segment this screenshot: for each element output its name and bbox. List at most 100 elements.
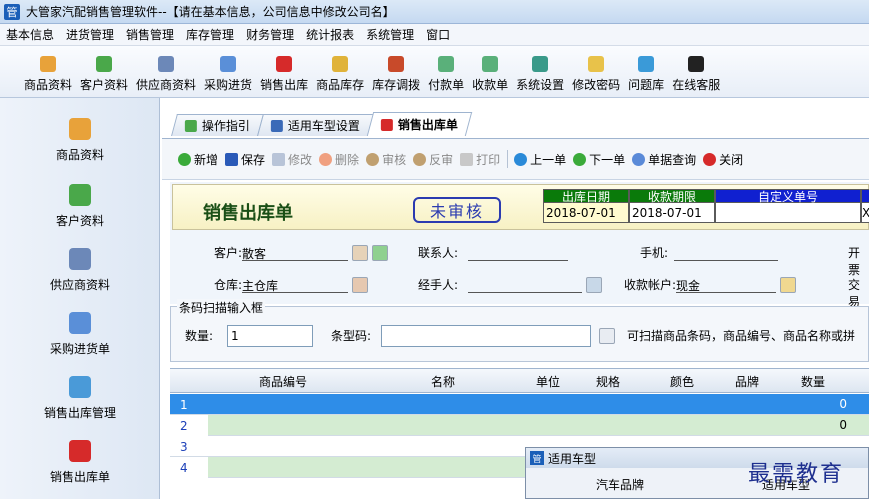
table-row[interactable]: 1 0 xyxy=(170,394,869,415)
next-doc-button[interactable]: 下一单 xyxy=(573,151,625,168)
barcode-input[interactable] xyxy=(381,325,591,347)
sidebar-item-sales-mgmt[interactable]: 销售出库管理 xyxy=(0,376,160,421)
approve-button[interactable]: 审核 xyxy=(366,151,406,168)
new-button[interactable]: 新增 xyxy=(178,151,218,168)
app-icon: 管 xyxy=(4,3,20,20)
barcode-scan-group: 条码扫描输入框 数量: 1 条型码: 可扫描商品条码，商品编号、商品名称或拼 xyxy=(170,299,869,362)
table-row[interactable]: 2 0 xyxy=(170,415,869,436)
extra-column-header xyxy=(861,189,869,203)
contact-label: 联系人: xyxy=(418,246,459,260)
sidebar-item-customers[interactable]: 客户资料 xyxy=(0,184,160,229)
add-customer-button[interactable] xyxy=(372,244,389,261)
warehouse-row: 仓库: 主仓库 xyxy=(214,276,369,293)
row-number: 4 xyxy=(170,457,208,478)
menu-purchase[interactable]: 进货管理 xyxy=(60,26,120,43)
col-unit[interactable]: 单位 xyxy=(528,373,568,390)
menu-finance[interactable]: 财务管理 xyxy=(240,26,300,43)
contact-field[interactable] xyxy=(468,245,569,261)
main-toolbar: 商品资料 客户资料 供应商资料 采购进货 销售出库 商品库存 库存调拨 付款单 … xyxy=(0,46,869,98)
quantity-input[interactable]: 1 xyxy=(227,325,313,347)
grid-header: 商品编号 名称 单位 规格 颜色 品牌 数量 xyxy=(170,369,869,393)
col-quantity[interactable]: 数量 xyxy=(778,373,848,390)
toolbar-faq-button[interactable]: 问题库 xyxy=(624,47,668,97)
menu-window[interactable]: 窗口 xyxy=(420,26,456,43)
toolbar-sales-out-button[interactable]: 销售出库 xyxy=(256,47,312,97)
group-icon xyxy=(69,248,91,270)
barcode-label: 条型码: xyxy=(331,329,372,343)
close-button[interactable]: 关闭 xyxy=(703,151,743,168)
col-product-code[interactable]: 商品编号 xyxy=(208,373,358,390)
row-number: 1 xyxy=(180,397,188,412)
menu-reports[interactable]: 统计报表 xyxy=(300,26,360,43)
settings-icon xyxy=(532,56,549,72)
add-icon xyxy=(178,152,191,166)
col-brand[interactable]: 品牌 xyxy=(716,373,778,390)
unapprove-button[interactable]: 反审 xyxy=(413,151,453,168)
handler-field[interactable] xyxy=(468,277,583,293)
toolbar-purchase-button[interactable]: 采购进货 xyxy=(200,47,256,97)
handler-picker-button[interactable] xyxy=(586,276,603,293)
toolbar-stock-button[interactable]: 商品库存 xyxy=(312,47,368,97)
toolbar-suppliers-button[interactable]: 供应商资料 xyxy=(132,47,200,97)
toolbar-settings-button[interactable]: 系统设置 xyxy=(512,47,568,97)
sidebar-item-purchase[interactable]: 采购进货单 xyxy=(0,312,160,357)
handler-label: 经手人: xyxy=(418,278,459,292)
barcode-hint: 可扫描商品条码，商品编号、商品名称或拼 xyxy=(627,329,856,343)
penguin-icon xyxy=(688,56,705,72)
payment-deadline-field[interactable]: 2018-07-01 xyxy=(629,203,715,223)
delete-button[interactable]: 删除 xyxy=(319,151,359,168)
tab-guide[interactable]: 操作指引 xyxy=(171,114,264,136)
toolbar-receipt-button[interactable]: 收款单 xyxy=(468,47,512,97)
toolbar-support-button[interactable]: 在线客服 xyxy=(668,47,724,97)
basket-icon xyxy=(276,56,293,72)
query-button[interactable]: 单据查询 xyxy=(632,151,696,168)
menu-basic-info[interactable]: 基本信息 xyxy=(0,26,60,43)
payment-deadline-label: 收款期限 xyxy=(629,189,715,204)
approve-icon xyxy=(366,152,380,166)
menu-system[interactable]: 系统管理 xyxy=(360,26,420,43)
disk-icon xyxy=(225,152,239,166)
phone-row: 手机: xyxy=(640,244,779,261)
toolbar-password-button[interactable]: 修改密码 xyxy=(568,47,624,97)
toolbar-customers-button[interactable]: 客户资料 xyxy=(76,47,132,97)
popup-col-brand[interactable]: 汽车品牌 xyxy=(596,476,644,493)
document-title: 销售出库单 xyxy=(203,203,293,224)
account-picker-button[interactable] xyxy=(780,276,797,293)
action-bar: 新增 保存 修改 删除 审核 反审 打印 上一单 下一单 单据查询 关闭 xyxy=(162,138,869,180)
phone-label: 手机: xyxy=(640,246,669,260)
warehouse-field[interactable]: 主仓库 xyxy=(242,277,349,293)
toolbar-products-button[interactable]: 商品资料 xyxy=(20,47,76,97)
print-button[interactable]: 打印 xyxy=(460,151,500,168)
extra-column-field[interactable]: X xyxy=(861,203,869,223)
customer-picker-button[interactable] xyxy=(352,244,369,261)
sidebar-item-suppliers[interactable]: 供应商资料 xyxy=(0,248,160,293)
col-spec[interactable]: 规格 xyxy=(568,373,648,390)
barcode-legend: 条码扫描输入框 xyxy=(177,299,266,316)
menu-sales[interactable]: 销售管理 xyxy=(120,26,180,43)
customer-field[interactable]: 散客 xyxy=(242,245,349,261)
outbound-date-field[interactable]: 2018-07-01 xyxy=(543,203,629,223)
printer-icon xyxy=(460,152,474,166)
col-color[interactable]: 颜色 xyxy=(648,373,716,390)
account-field[interactable]: 现金 xyxy=(676,277,777,293)
phone-field[interactable] xyxy=(674,245,779,261)
guide-icon xyxy=(184,119,197,132)
sidebar-item-sales-out[interactable]: 销售出库单 xyxy=(0,440,160,485)
warehouse-picker-button[interactable] xyxy=(352,276,369,293)
toolbar-transfer-button[interactable]: 库存调拨 xyxy=(368,47,424,97)
outbound-date-column: 出库日期 2018-07-01 xyxy=(543,189,629,227)
edit-button[interactable]: 修改 xyxy=(272,151,312,168)
document-icon xyxy=(69,376,91,398)
search-icon[interactable] xyxy=(599,328,615,344)
save-button[interactable]: 保存 xyxy=(225,151,265,168)
pencil-icon xyxy=(588,56,605,72)
warehouse-label: 仓库: xyxy=(214,278,243,292)
menu-inventory[interactable]: 库存管理 xyxy=(180,26,240,43)
custom-number-field[interactable] xyxy=(715,203,861,223)
prev-doc-button[interactable]: 上一单 xyxy=(514,151,566,168)
col-name[interactable]: 名称 xyxy=(358,373,528,390)
toolbar-payment-button[interactable]: 付款单 xyxy=(424,47,468,97)
tab-vehicle-settings[interactable]: 适用车型设置 xyxy=(257,114,374,136)
sidebar-item-products[interactable]: 商品资料 xyxy=(0,118,160,163)
tab-sales-out[interactable]: 销售出库单 xyxy=(366,112,473,136)
